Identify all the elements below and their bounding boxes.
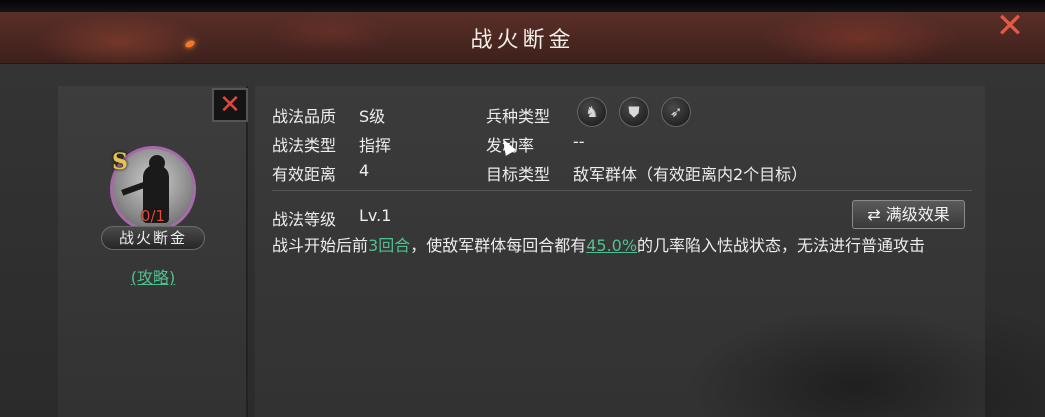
range-value: 4 bbox=[359, 161, 370, 180]
max-level-effect-button[interactable]: ⇄ 满级效果 bbox=[852, 200, 965, 229]
range-label: 有效距离 bbox=[272, 165, 337, 184]
quality-value: S级 bbox=[359, 107, 386, 126]
cavalry-horse-icon: ♞ bbox=[577, 97, 607, 127]
grade-badge: S bbox=[112, 149, 128, 175]
desc-part3: 的几率陷入怯战状态，无法进行普通攻击 bbox=[637, 236, 926, 255]
top-strip bbox=[0, 0, 1045, 12]
desc-rounds: 3回合 bbox=[368, 236, 411, 255]
trigger-rate-value: -- bbox=[573, 132, 585, 151]
desc-part1: 战斗开始后前 bbox=[272, 236, 369, 255]
skill-count: 0/1 bbox=[140, 207, 166, 225]
guide-link[interactable]: (攻略) bbox=[98, 264, 208, 288]
dialog-header: 战火断金 bbox=[0, 12, 1045, 64]
skill-level-label: 战法等级 bbox=[272, 210, 337, 229]
quality-label: 战法品质 bbox=[272, 107, 337, 126]
troop-type-label: 兵种类型 bbox=[486, 107, 551, 126]
skill-level-value: Lv.1 bbox=[359, 206, 392, 225]
skill-description: 战斗开始后前3回合，使敌军群体每回合都有45.0%的几率陷入怯战状态，无法进行普… bbox=[272, 233, 972, 259]
shield-infantry-icon: ⛊ bbox=[619, 97, 649, 127]
remove-skill-button[interactable]: ✕ bbox=[212, 88, 248, 122]
target-type-value: 敌军群体（有效距离内2个目标） bbox=[573, 165, 808, 184]
target-type-label: 目标类型 bbox=[486, 165, 551, 184]
max-level-effect-label: 满级效果 bbox=[885, 205, 950, 224]
skill-name-ribbon: 战火断金 bbox=[101, 226, 205, 250]
remove-x-icon: ✕ bbox=[219, 90, 241, 120]
desc-part2: ，使敌军群体每回合都有 bbox=[410, 236, 587, 255]
section-divider bbox=[272, 190, 972, 191]
type-label: 战法类型 bbox=[272, 136, 337, 155]
type-value: 指挥 bbox=[359, 136, 392, 155]
bow-archer-icon: ➶ bbox=[661, 97, 691, 127]
swap-arrows-icon: ⇄ bbox=[867, 205, 881, 224]
dialog-title: 战火断金 bbox=[470, 28, 575, 53]
desc-chance: 45.0% bbox=[586, 236, 638, 255]
skill-card-panel bbox=[58, 86, 248, 417]
close-icon[interactable]: ✕ bbox=[992, 8, 1028, 44]
